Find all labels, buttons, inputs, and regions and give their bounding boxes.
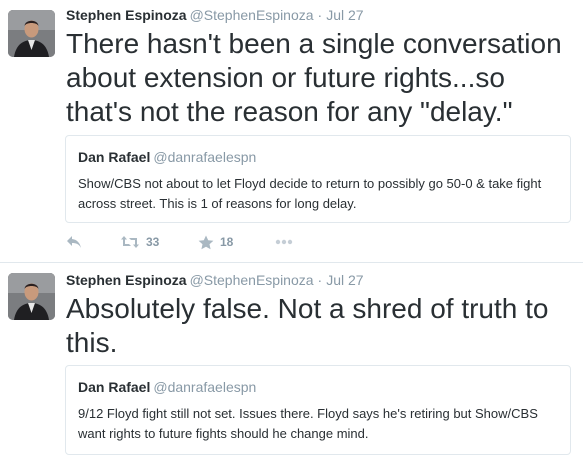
- reply-button[interactable]: [66, 232, 82, 252]
- author-handle[interactable]: @StephenEspinoza: [190, 272, 314, 288]
- more-icon: [275, 239, 293, 245]
- quoted-author-handle: @danrafaelespn: [153, 149, 257, 165]
- timestamp[interactable]: Jul 27: [326, 272, 363, 288]
- favorite-button[interactable]: 18: [198, 232, 233, 252]
- quoted-author-name: Dan Rafael: [78, 149, 151, 165]
- timestamp[interactable]: Jul 27: [326, 7, 363, 23]
- quoted-author-handle: @danrafaelespn: [153, 379, 257, 395]
- more-button[interactable]: [275, 232, 293, 252]
- retweet-count: 33: [146, 235, 160, 249]
- favorite-icon: [198, 235, 214, 250]
- retweet-button[interactable]: 33: [120, 232, 159, 252]
- tweet-header: Stephen Espinoza @StephenEspinoza · Jul 27: [66, 271, 364, 289]
- quoted-tweet[interactable]: Dan Rafael @danrafaelespn Show/CBS not ab…: [65, 135, 571, 223]
- quoted-tweet[interactable]: Dan Rafael @danrafaelespn 9/12 Floyd figh…: [65, 365, 571, 455]
- author-name[interactable]: Stephen Espinoza: [66, 272, 187, 288]
- quoted-tweet-text: Show/CBS not about to let Floyd decide t…: [78, 176, 542, 211]
- tweet-text: Absolutely false. Not a shred of truth t…: [66, 293, 549, 358]
- author-handle[interactable]: @StephenEspinoza: [190, 7, 314, 23]
- retweet-icon: [120, 235, 140, 249]
- avatar[interactable]: [8, 273, 55, 320]
- tweet[interactable]: Stephen Espinoza @StephenEspinoza · Jul 27 …: [0, 263, 583, 463]
- tweet[interactable]: Stephen Espinoza @StephenEspinoza · Jul 27 …: [0, 0, 583, 263]
- author-name[interactable]: Stephen Espinoza: [66, 7, 187, 23]
- quoted-tweet-header: Dan Rafael @danrafaelespn: [78, 148, 256, 166]
- quoted-tweet-header: Dan Rafael @danrafaelespn: [78, 378, 256, 396]
- separator: ·: [317, 272, 323, 288]
- avatar[interactable]: [8, 10, 55, 57]
- tweet-header: Stephen Espinoza @StephenEspinoza · Jul 27: [66, 6, 364, 24]
- reply-icon: [66, 235, 82, 249]
- separator: ·: [317, 7, 323, 23]
- tweet-text: There hasn't been a single conversation …: [66, 28, 562, 127]
- quoted-tweet-text: 9/12 Floyd fight still not set. Issues t…: [78, 406, 538, 441]
- quoted-author-name: Dan Rafael: [78, 379, 151, 395]
- tweet-actions: 33 18: [66, 232, 386, 252]
- favorite-count: 18: [220, 235, 234, 249]
